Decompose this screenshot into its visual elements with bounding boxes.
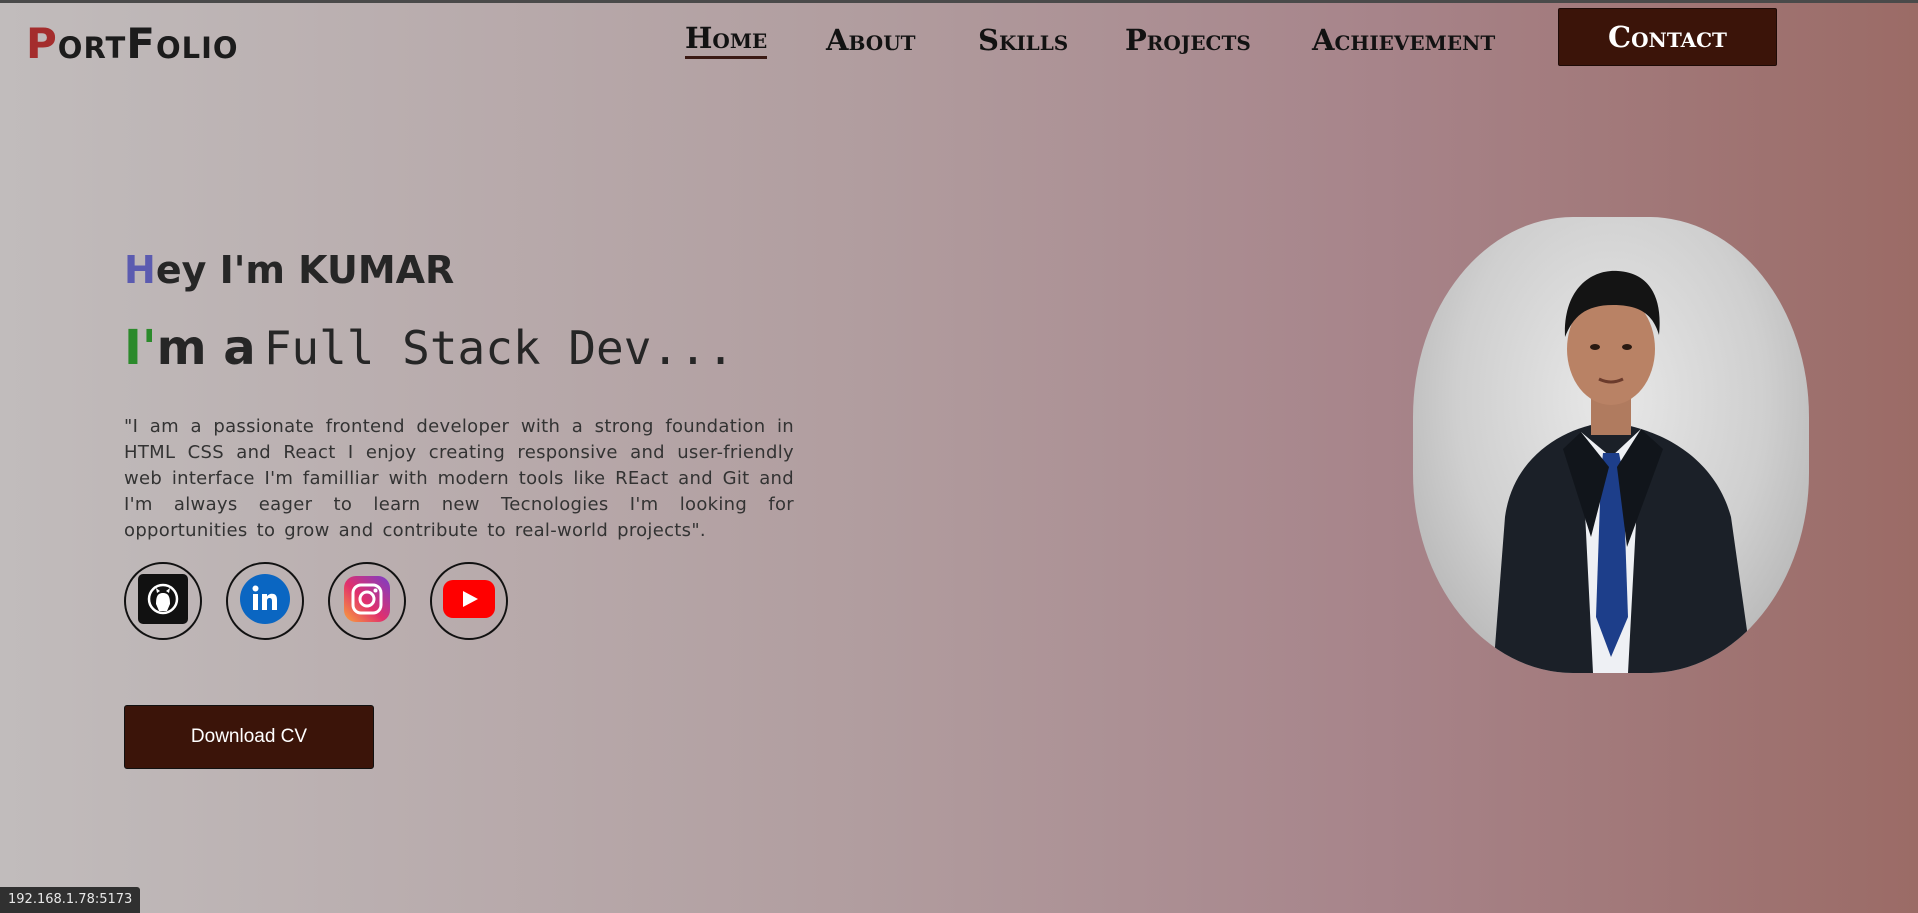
github-icon (138, 573, 188, 629)
download-cv-button[interactable]: Download CV (124, 705, 374, 769)
nav-about[interactable]: About (826, 20, 916, 60)
role-prefix-text: m a (156, 320, 256, 376)
profile-photo (1413, 217, 1809, 673)
youtube-link[interactable] (430, 562, 508, 640)
contact-button[interactable]: Contact (1558, 8, 1777, 66)
hero-greeting: Hey I'm KUMAR (124, 240, 454, 300)
youtube-icon (443, 579, 495, 623)
linkedin-link[interactable] (226, 562, 304, 640)
greeting-initial: H (124, 248, 156, 292)
nav-skills[interactable]: Skills (978, 20, 1068, 60)
github-link[interactable] (124, 562, 202, 640)
profile-portrait-illustration (1493, 270, 1753, 673)
status-url: 192.168.1.78:5173 (0, 887, 141, 913)
instagram-link[interactable] (328, 562, 406, 640)
nav-projects[interactable]: Projects (1125, 20, 1251, 60)
greeting-text: ey I'm KUMAR (155, 248, 455, 292)
role-typed-text: Full Stack Dev... (263, 321, 735, 375)
linkedin-icon (240, 573, 290, 629)
window-top-border (0, 0, 1918, 3)
role-prefix-accent: I' (124, 320, 157, 376)
instagram-icon (343, 575, 391, 628)
main-nav: Home About Skills Projects Achievement C… (0, 8, 1918, 72)
role-prefix: I'm a (124, 320, 256, 376)
nav-home[interactable]: Home (685, 20, 768, 59)
social-links (124, 562, 532, 640)
nav-achievement[interactable]: Achievement (1312, 20, 1495, 60)
hero-bio: "I am a passionate frontend developer wi… (124, 416, 794, 541)
hero-role: I'm a Full Stack Dev... (124, 318, 735, 379)
